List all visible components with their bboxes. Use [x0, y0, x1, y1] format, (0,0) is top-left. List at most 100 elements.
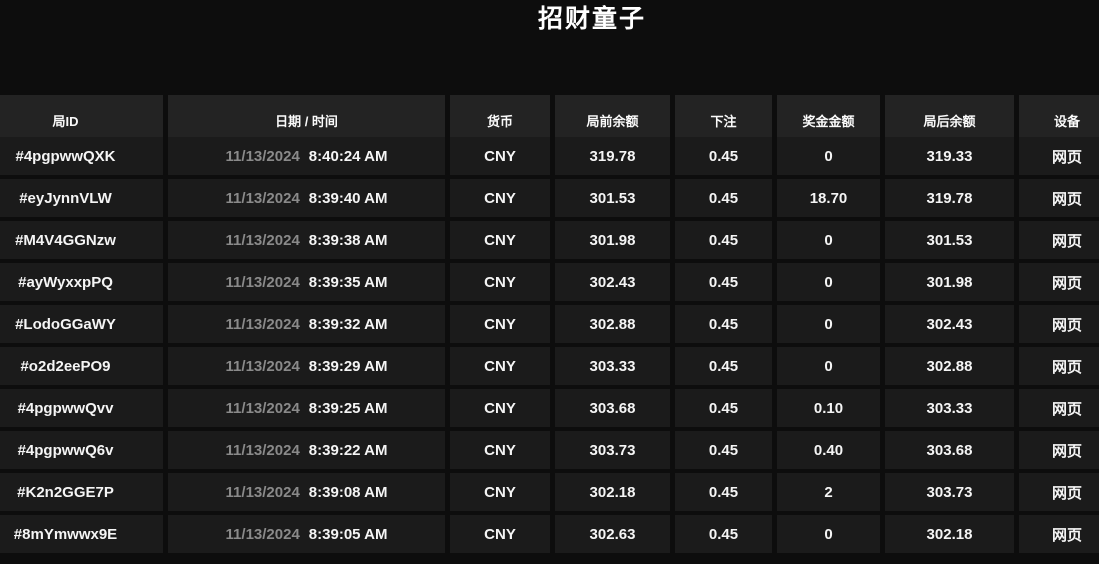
currency-cell: CNY [450, 431, 550, 469]
bet-cell: 0.45 [675, 305, 772, 343]
device-cell: 网页 [1019, 347, 1099, 385]
bet-cell: 0.45 [675, 221, 772, 259]
device-cell: 网页 [1019, 263, 1099, 301]
bet-cell: 0.45 [675, 263, 772, 301]
date-text: 11/13/2024 [225, 273, 300, 291]
round-id-cell: #M4V4GGNzw [0, 221, 163, 259]
date-text: 11/13/2024 [225, 315, 300, 333]
prize-cell: 0 [777, 221, 880, 259]
bet-cell: 0.45 [675, 347, 772, 385]
prize-cell: 18.70 [777, 179, 880, 217]
date-text: 11/13/2024 [225, 147, 300, 165]
balance-after-cell: 301.98 [885, 263, 1014, 301]
balance-after-cell: 303.73 [885, 473, 1014, 511]
date-text: 11/13/2024 [225, 399, 300, 417]
time-text: 8:39:40 AM [308, 189, 388, 207]
balance-before-cell: 303.33 [555, 347, 670, 385]
currency-cell: CNY [450, 389, 550, 427]
datetime-cell: 11/13/2024 8:40:24 AM [168, 137, 445, 175]
time-text: 8:39:22 AM [308, 441, 388, 459]
datetime-cell: 11/13/2024 8:39:40 AM [168, 179, 445, 217]
balance-before-cell: 303.68 [555, 389, 670, 427]
device-cell: 网页 [1019, 305, 1099, 343]
bet-cell: 0.45 [675, 389, 772, 427]
round-id-cell: #4pgpwwQvv [0, 389, 163, 427]
balance-before-cell: 302.88 [555, 305, 670, 343]
time-text: 8:39:29 AM [308, 357, 388, 375]
prize-cell: 0 [777, 515, 880, 553]
currency-cell: CNY [450, 221, 550, 259]
round-id-cell: #K2n2GGE7P [0, 473, 163, 511]
bet-cell: 0.45 [675, 179, 772, 217]
balance-after-cell: 302.43 [885, 305, 1014, 343]
currency-cell: CNY [450, 515, 550, 553]
time-text: 8:39:25 AM [308, 399, 388, 417]
balance-after-cell: 302.88 [885, 347, 1014, 385]
device-cell: 网页 [1019, 389, 1099, 427]
datetime-cell: 11/13/2024 8:39:05 AM [168, 515, 445, 553]
round-id-cell: #eyJynnVLW [0, 179, 163, 217]
bet-cell: 0.45 [675, 431, 772, 469]
currency-cell: CNY [450, 137, 550, 175]
time-text: 8:39:35 AM [308, 273, 388, 291]
prize-cell: 0 [777, 137, 880, 175]
device-cell: 网页 [1019, 431, 1099, 469]
balance-before-cell: 319.78 [555, 137, 670, 175]
datetime-cell: 11/13/2024 8:39:32 AM [168, 305, 445, 343]
balance-after-cell: 302.18 [885, 515, 1014, 553]
prize-cell: 0 [777, 305, 880, 343]
round-id-cell: #4pgpwwQXK [0, 137, 163, 175]
prize-cell: 0 [777, 263, 880, 301]
balance-after-cell: 301.53 [885, 221, 1014, 259]
datetime-cell: 11/13/2024 8:39:25 AM [168, 389, 445, 427]
time-text: 8:39:38 AM [308, 231, 388, 249]
prize-cell: 0 [777, 347, 880, 385]
datetime-cell: 11/13/2024 8:39:22 AM [168, 431, 445, 469]
balance-after-cell: 303.68 [885, 431, 1014, 469]
time-text: 8:40:24 AM [308, 147, 388, 165]
datetime-cell: 11/13/2024 8:39:38 AM [168, 221, 445, 259]
balance-before-cell: 302.43 [555, 263, 670, 301]
round-id-cell: #o2d2eePO9 [0, 347, 163, 385]
round-id-cell: #ayWyxxpPQ [0, 263, 163, 301]
currency-cell: CNY [450, 179, 550, 217]
round-id-cell: #4pgpwwQ6v [0, 431, 163, 469]
balance-before-cell: 301.98 [555, 221, 670, 259]
balance-before-cell: 302.18 [555, 473, 670, 511]
date-text: 11/13/2024 [225, 189, 300, 207]
bet-cell: 0.45 [675, 515, 772, 553]
bet-cell: 0.45 [675, 473, 772, 511]
currency-cell: CNY [450, 347, 550, 385]
balance-before-cell: 303.73 [555, 431, 670, 469]
device-cell: 网页 [1019, 515, 1099, 553]
prize-cell: 2 [777, 473, 880, 511]
date-text: 11/13/2024 [225, 525, 300, 543]
time-text: 8:39:32 AM [308, 315, 388, 333]
device-cell: 网页 [1019, 179, 1099, 217]
date-text: 11/13/2024 [225, 483, 300, 501]
balance-before-cell: 301.53 [555, 179, 670, 217]
currency-cell: CNY [450, 305, 550, 343]
balance-before-cell: 302.63 [555, 515, 670, 553]
device-cell: 网页 [1019, 221, 1099, 259]
datetime-cell: 11/13/2024 8:39:08 AM [168, 473, 445, 511]
round-id-cell: #8mYmwwx9E [0, 515, 163, 553]
round-id-cell: #LodoGGaWY [0, 305, 163, 343]
game-history-table: 局ID 日期 / 时间 货币 局前余额 下注 奖金金额 局后余额 设备 #4pg… [0, 95, 1099, 553]
time-text: 8:39:05 AM [308, 525, 388, 543]
device-cell: 网页 [1019, 137, 1099, 175]
time-text: 8:39:08 AM [308, 483, 388, 501]
bet-cell: 0.45 [675, 137, 772, 175]
currency-cell: CNY [450, 263, 550, 301]
page-content: 招财童子 局ID 日期 / 时间 货币 局前余额 下注 奖金金额 局后余额 设备… [0, 0, 1099, 553]
balance-after-cell: 319.78 [885, 179, 1014, 217]
prize-cell: 0.40 [777, 431, 880, 469]
balance-after-cell: 319.33 [885, 137, 1014, 175]
datetime-cell: 11/13/2024 8:39:29 AM [168, 347, 445, 385]
title-bar: 招财童子 [0, 0, 1099, 95]
date-text: 11/13/2024 [225, 231, 300, 249]
datetime-cell: 11/13/2024 8:39:35 AM [168, 263, 445, 301]
prize-cell: 0.10 [777, 389, 880, 427]
date-text: 11/13/2024 [225, 357, 300, 375]
balance-after-cell: 303.33 [885, 389, 1014, 427]
